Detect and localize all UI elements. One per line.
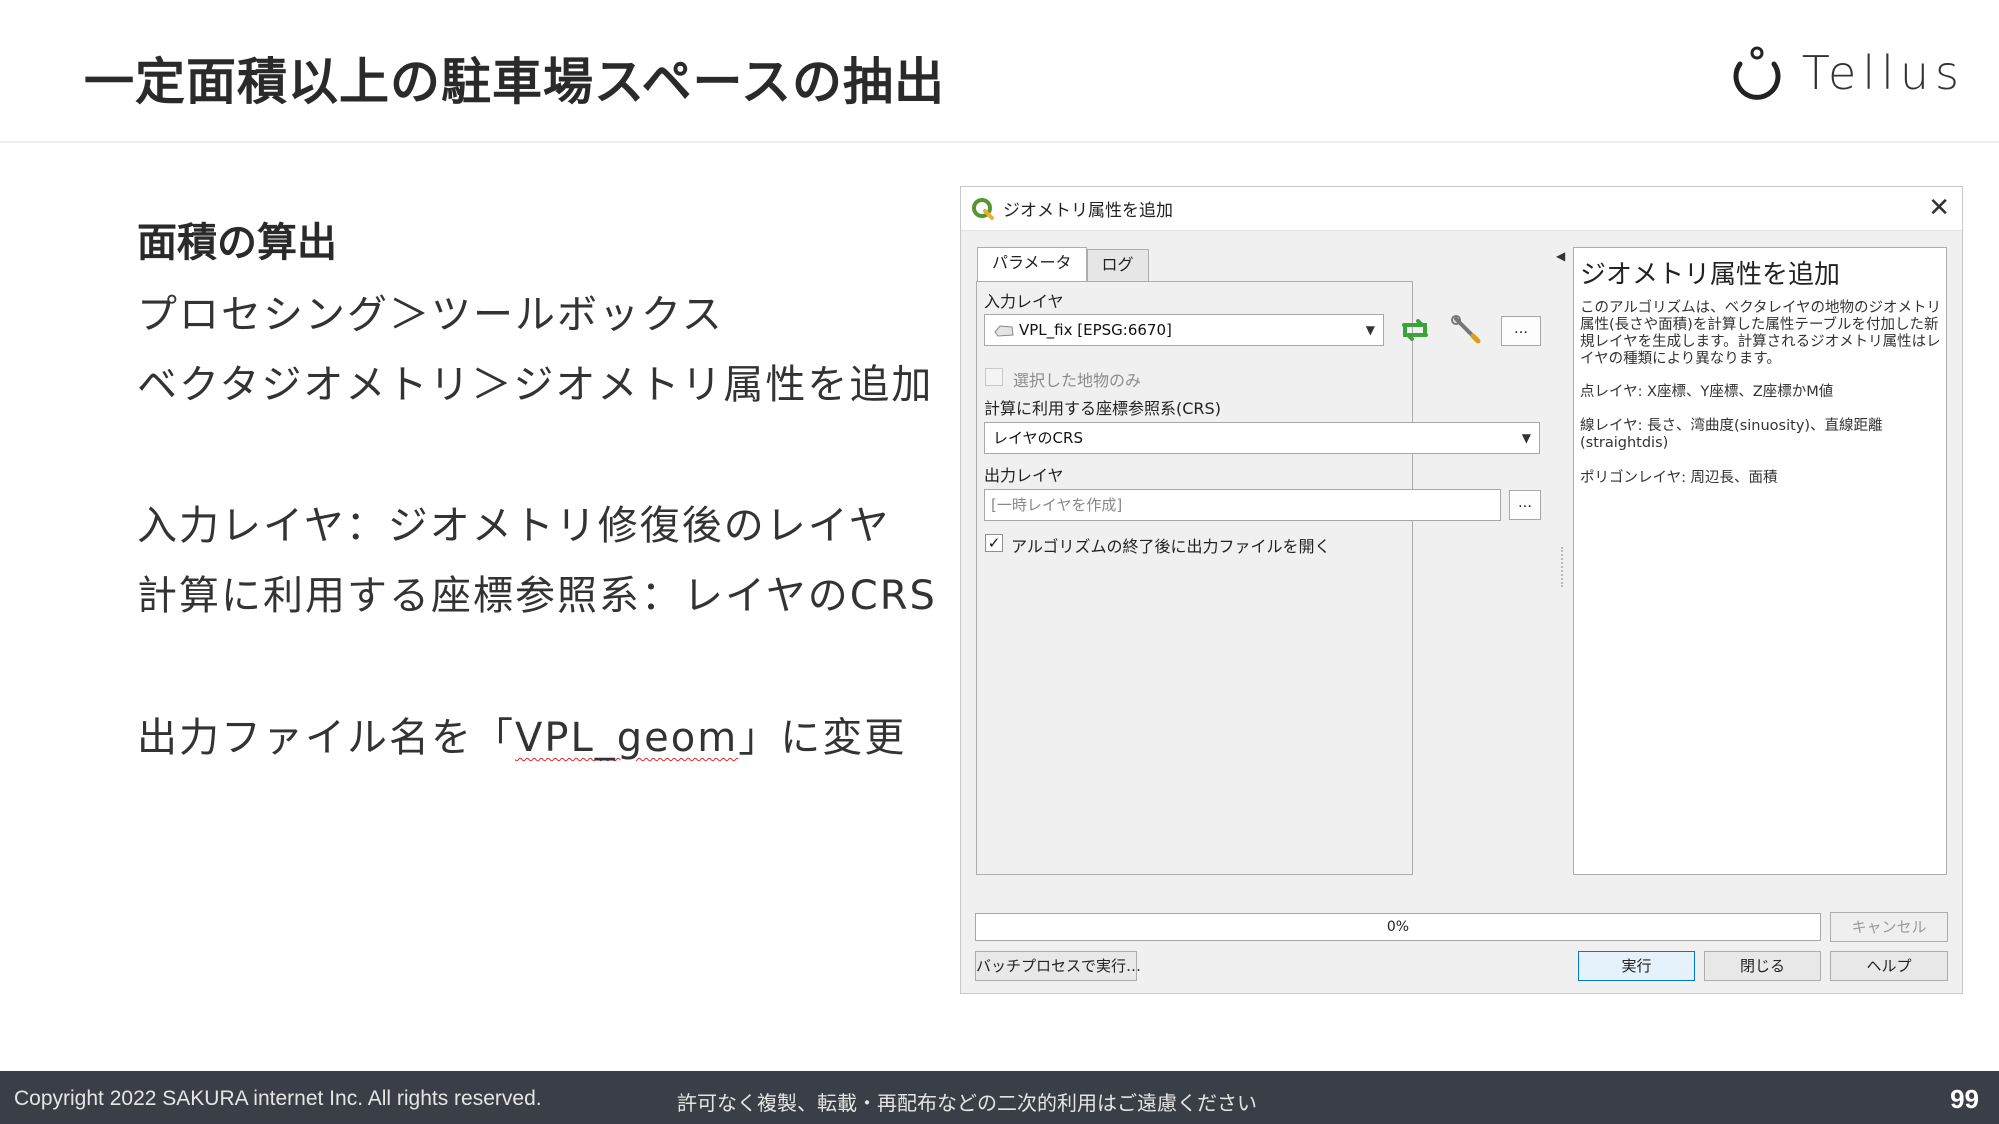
copyright-text: Copyright 2022 SAKURA internet Inc. All …: [14, 1087, 542, 1110]
open-output-checkbox[interactable]: ✓: [985, 534, 1003, 552]
panel-splitter[interactable]: [1561, 547, 1563, 587]
run-button[interactable]: 実行: [1578, 951, 1695, 981]
help-description: このアルゴリズムは、ベクタレイヤの地物のジオメトリ属性(長さや面積)を計算した属…: [1580, 300, 1942, 367]
text-line-output-name: 出力ファイル名を「VPL_geom」に変更: [137, 705, 906, 763]
slide-footer: Copyright 2022 SAKURA internet Inc. All …: [0, 1071, 1999, 1124]
brand-logo: Tellus: [1728, 44, 1965, 102]
usage-notice: 許可なく複製、転載・再配布などの二次的利用はご遠慮ください: [677, 1091, 1257, 1115]
close-button[interactable]: 閉じる: [1704, 951, 1821, 981]
help-points: 点レイヤ: X座標、Y座標、Z座標かM値: [1580, 384, 1834, 400]
chevron-down-icon: ▼: [1521, 431, 1531, 445]
help-button[interactable]: ヘルプ: [1830, 951, 1948, 981]
text-line-toolbox: プロセシング＞ツールボックス: [137, 292, 724, 338]
qgis-dialog: ジオメトリ属性を追加 ✕ パラメータ ログ 入力レイヤ VPL_fix [EPS…: [960, 186, 1963, 994]
output-name-suffix: 」に変更: [738, 715, 907, 761]
section-heading: 面積の算出: [137, 220, 337, 266]
output-browse-button[interactable]: …: [1509, 490, 1541, 520]
page-number: 99: [1950, 1084, 1979, 1114]
help-lines: 線レイヤ: 長さ、湾曲度(sinuosity)、直線距離(straightdis…: [1580, 418, 1883, 451]
iterate-icon[interactable]: [1398, 313, 1432, 347]
chevron-down-icon: ▼: [1365, 323, 1375, 337]
slide-header: 一定面積以上の駐車場スペースの抽出 Tellus: [0, 0, 1999, 143]
collapse-arrow-icon[interactable]: ◀: [1556, 249, 1565, 263]
slide-title: 一定面積以上の駐車場スペースの抽出: [84, 53, 945, 111]
input-layer-value: VPL_fix [EPSG:6670]: [1019, 321, 1172, 339]
input-layer-select[interactable]: VPL_fix [EPSG:6670] ▼: [984, 314, 1384, 346]
tab-parameters[interactable]: パラメータ: [977, 247, 1087, 281]
text-line-crs: 計算に利用する座標参照系：レイヤのCRS: [137, 573, 937, 619]
input-layer-label: 入力レイヤ: [984, 292, 1064, 311]
help-title: ジオメトリ属性を追加: [1580, 260, 1841, 290]
batch-process-button[interactable]: バッチプロセスで実行…: [975, 951, 1141, 981]
dialog-tabs: パラメータ ログ: [977, 247, 1149, 281]
crs-value: レイヤのCRS: [993, 429, 1083, 447]
qgis-icon: [972, 197, 994, 220]
close-icon[interactable]: ✕: [1928, 193, 1950, 223]
help-polygons: ポリゴンレイヤ: 周辺長、面積: [1580, 470, 1778, 486]
text-line-input-layer: 入力レイヤ：ジオメトリ修復後のレイヤ: [137, 503, 891, 549]
crs-select[interactable]: レイヤのCRS ▼: [984, 422, 1540, 454]
brand-name: Tellus: [1801, 46, 1965, 100]
tellus-logo-icon: [1733, 46, 1781, 100]
progress-bar: 0%: [975, 913, 1821, 941]
help-panel: ジオメトリ属性を追加 このアルゴリズムは、ベクタレイヤの地物のジオメトリ属性(長…: [1573, 247, 1947, 875]
input-layer-options-button[interactable]: …: [1501, 316, 1541, 346]
dialog-titlebar[interactable]: ジオメトリ属性を追加 ✕: [961, 187, 1962, 231]
output-name-value: VPL_geom: [515, 715, 739, 761]
output-name-prefix: 出力ファイル名を「: [137, 715, 515, 761]
output-layer-field[interactable]: [一時レイヤを作成]: [984, 489, 1501, 521]
dialog-title: ジオメトリ属性を追加: [1003, 201, 1173, 221]
polygon-layer-icon: [994, 324, 1014, 337]
open-output-label: アルゴリズムの終了後に出力ファイルを開く: [1011, 537, 1331, 556]
text-line-algorithm: ベクタジオメトリ＞ジオメトリ属性を追加: [137, 362, 934, 408]
selected-only-label: 選択した地物のみ: [1013, 371, 1142, 390]
output-layer-label: 出力レイヤ: [984, 466, 1064, 485]
parameters-panel: 入力レイヤ VPL_fix [EPSG:6670] ▼ … 選択した地物のみ 計…: [976, 281, 1541, 875]
wrench-icon[interactable]: [1448, 313, 1482, 347]
cancel-button[interactable]: キャンセル: [1830, 912, 1948, 942]
crs-label: 計算に利用する座標参照系(CRS): [984, 399, 1221, 418]
slide-body: 面積の算出 プロセシング＞ツールボックス ベクタジオメトリ＞ジオメトリ属性を追加…: [137, 210, 937, 761]
selected-only-checkbox[interactable]: [985, 368, 1003, 386]
tab-log[interactable]: ログ: [1086, 249, 1149, 281]
